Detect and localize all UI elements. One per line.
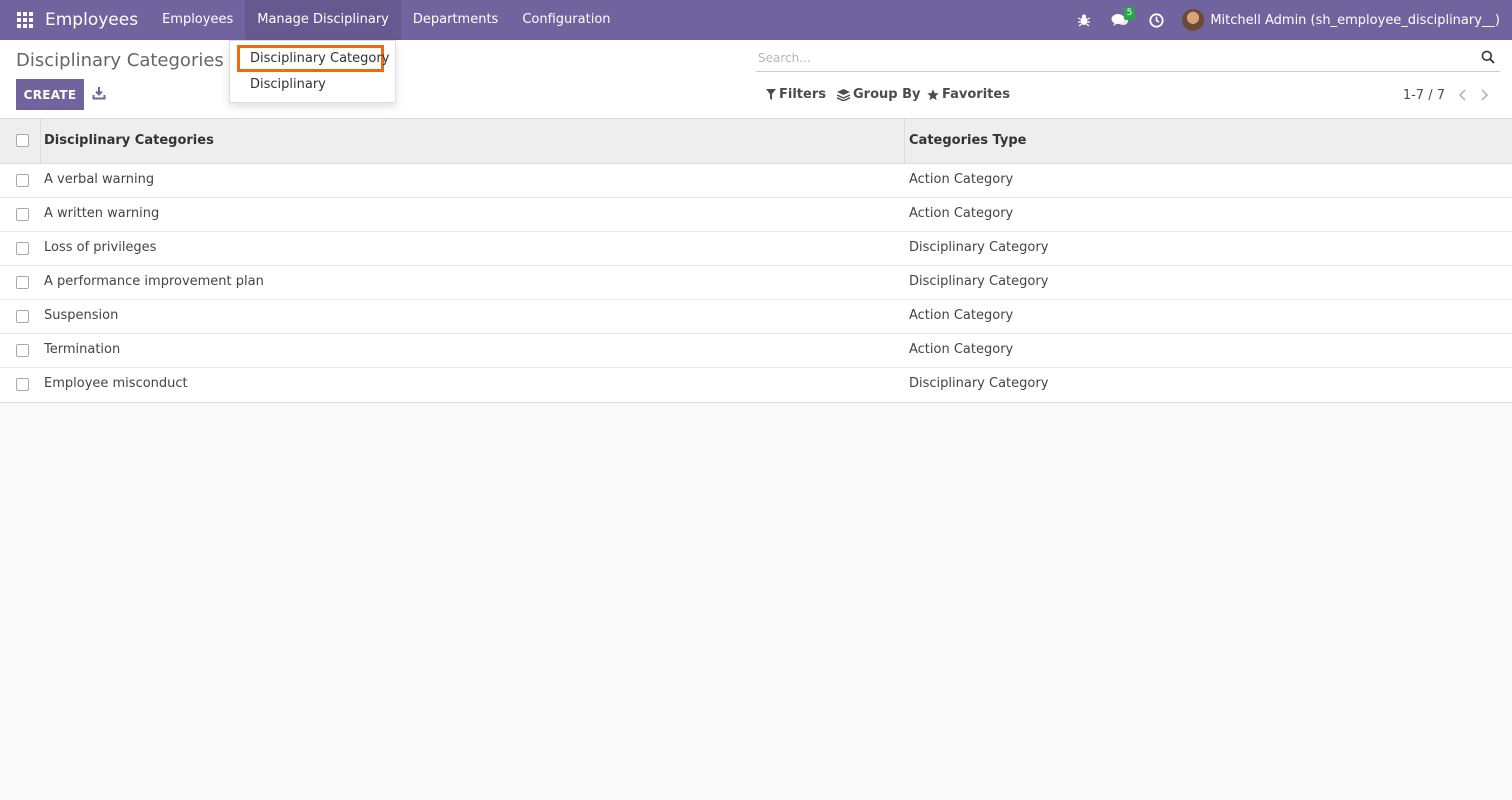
row-checkbox[interactable] (16, 208, 29, 221)
category-type-cell: Disciplinary Category (909, 274, 1049, 289)
row-checkbox[interactable] (16, 344, 29, 357)
select-all-checkbox[interactable] (16, 134, 29, 147)
table-row[interactable]: Loss of privileges Disciplinary Category (0, 232, 1512, 266)
category-type-cell: Disciplinary Category (909, 240, 1049, 255)
table-row[interactable]: Employee misconduct Disciplinary Categor… (0, 368, 1512, 402)
column-divider (40, 119, 41, 164)
row-checkbox[interactable] (16, 310, 29, 323)
category-name-cell: A written warning (44, 206, 160, 221)
apps-menu-icon[interactable] (5, 0, 45, 40)
column-divider (904, 119, 905, 164)
category-type-cell: Action Category (909, 172, 1014, 187)
category-name-cell: A verbal warning (44, 172, 155, 187)
create-button[interactable]: CREATE (16, 79, 84, 110)
search-input[interactable] (756, 45, 1500, 71)
category-type-cell: Disciplinary Category (909, 376, 1049, 391)
dropdown-item-disciplinary[interactable]: Disciplinary (250, 77, 326, 92)
messages-icon[interactable]: 5 (1102, 0, 1138, 40)
favorites-button[interactable]: Favorites (927, 87, 1010, 102)
table-row[interactable]: A performance improvement plan Disciplin… (0, 266, 1512, 300)
pager-previous-icon[interactable] (1455, 87, 1471, 103)
row-checkbox[interactable] (16, 378, 29, 391)
table-header: Disciplinary Categories Categories Type (0, 119, 1512, 164)
groupby-button[interactable]: Group By (837, 87, 920, 102)
list-table: Disciplinary Categories Categories Type … (0, 119, 1512, 403)
pager-next-icon[interactable] (1476, 87, 1492, 103)
search-bar (756, 45, 1500, 72)
activity-clock-icon[interactable] (1138, 0, 1174, 40)
row-checkbox[interactable] (16, 242, 29, 255)
menu-departments[interactable]: Departments (401, 0, 510, 40)
menu-manage-disciplinary[interactable]: Manage Disciplinary (245, 0, 401, 40)
category-name-cell: Employee misconduct (44, 376, 188, 391)
debug-bug-icon[interactable] (1066, 0, 1102, 40)
table-row[interactable]: Termination Action Category (0, 334, 1512, 368)
user-avatar (1182, 9, 1205, 31)
column-header-categories[interactable]: Disciplinary Categories (44, 133, 214, 148)
table-row[interactable]: A verbal warning Action Category (0, 164, 1512, 198)
page-title: Disciplinary Categories (16, 50, 224, 71)
row-checkbox[interactable] (16, 174, 29, 187)
messages-badge: 5 (1123, 7, 1136, 20)
top-navbar: Employees Employees Manage Disciplinary … (0, 0, 1512, 40)
search-icon[interactable] (1481, 50, 1496, 65)
pager-value[interactable]: 1-7 / 7 (1403, 88, 1445, 103)
favorites-label: Favorites (942, 87, 1010, 102)
filters-label: Filters (779, 87, 826, 102)
groupby-label: Group By (853, 87, 921, 102)
category-type-cell: Action Category (909, 206, 1014, 221)
layers-icon (837, 88, 850, 101)
user-menu[interactable]: Mitchell Admin (sh_employee_disciplinary… (1174, 9, 1512, 31)
manage-disciplinary-dropdown: Disciplinary Category Disciplinary (229, 40, 396, 103)
row-checkbox[interactable] (16, 276, 29, 289)
star-icon (927, 88, 939, 100)
menu-configuration[interactable]: Configuration (510, 0, 622, 40)
app-brand[interactable]: Employees (45, 10, 150, 30)
user-name: Mitchell Admin (sh_employee_disciplinary… (1210, 12, 1500, 28)
control-panel: Disciplinary Categories CREATE Filters G… (0, 40, 1512, 119)
column-header-type[interactable]: Categories Type (909, 133, 1026, 148)
download-icon[interactable] (92, 86, 108, 102)
category-name-cell: Suspension (44, 308, 119, 323)
category-name-cell: A performance improvement plan (44, 274, 264, 289)
category-type-cell: Action Category (909, 342, 1014, 357)
dropdown-item-disciplinary-category[interactable]: Disciplinary Category (250, 51, 389, 66)
category-name-cell: Loss of privileges (44, 240, 157, 255)
filter-icon (766, 89, 776, 100)
category-name-cell: Termination (44, 342, 121, 357)
menu-employees[interactable]: Employees (150, 0, 245, 40)
filters-button[interactable]: Filters (766, 87, 826, 102)
category-type-cell: Action Category (909, 308, 1014, 323)
table-row[interactable]: A written warning Action Category (0, 198, 1512, 232)
table-row[interactable]: Suspension Action Category (0, 300, 1512, 334)
